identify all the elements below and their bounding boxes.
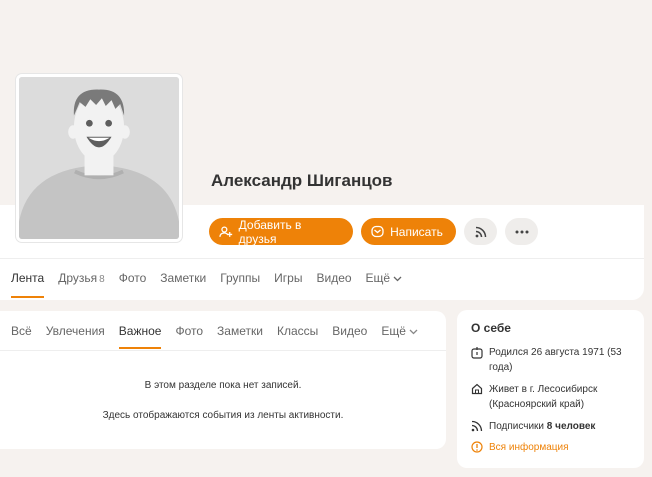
subscribe-button[interactable] (464, 218, 497, 245)
feed-tab-notes[interactable]: Заметки (217, 324, 263, 338)
nav-notes[interactable]: Заметки (160, 271, 206, 285)
location-text: Живет в г. Лесосибирск (Красноярский кра… (489, 384, 598, 410)
friends-count: 8 (99, 274, 105, 285)
more-dots-icon (515, 230, 528, 233)
nav-videos[interactable]: Видео (316, 271, 351, 285)
add-friend-button[interactable]: Добавить в друзья (209, 217, 353, 246)
birthday-icon (471, 347, 483, 359)
write-message-button[interactable]: Написать (361, 218, 456, 245)
profile-name: Александр Шиганцов (211, 171, 393, 190)
message-icon (371, 225, 384, 238)
chevron-down-icon (393, 276, 402, 282)
rss-icon (471, 420, 483, 432)
rss-icon (475, 226, 486, 237)
feed-tab-important[interactable]: Важное (118, 324, 161, 349)
nav-games[interactable]: Игры (274, 271, 302, 285)
feed-tab-more-label: Ещё (381, 324, 406, 338)
nav-photos[interactable]: Фото (119, 271, 147, 285)
more-button[interactable] (505, 218, 538, 245)
birthday-text: Родился 26 августа 1971 (53 года) (489, 347, 622, 373)
home-icon (471, 383, 483, 395)
nav-more[interactable]: Ещё (366, 271, 403, 285)
add-user-icon (219, 225, 233, 237)
write-message-label: Написать (390, 224, 443, 239)
about-panel: О себе Родился 26 августа 1971 (53 года)… (457, 310, 644, 468)
about-location: Живет в г. Лесосибирск (Красноярский кра… (471, 382, 639, 412)
nav-friends-label: Друзья (58, 271, 98, 285)
feed-tab-all[interactable]: Всё (11, 324, 32, 338)
feed-divider (0, 350, 446, 351)
feed-panel: Всё Увлечения Важное Фото Заметки Классы… (0, 311, 446, 449)
chevron-down-icon (409, 329, 418, 335)
about-birthday: Родился 26 августа 1971 (53 года) (471, 345, 639, 375)
empty-feed-message: В этом разделе пока нет записей. (144, 380, 302, 391)
about-followers[interactable]: Подписчики 8 человек (471, 419, 639, 434)
nav-friends[interactable]: Друзья 8 (58, 271, 104, 285)
empty-feed-hint: Здесь отображаются события из ленты акти… (102, 410, 344, 421)
about-title: О себе (471, 321, 511, 335)
default-avatar-icon (19, 77, 179, 239)
followers-count: 8 человек (546, 421, 596, 432)
all-info-link[interactable]: Вся информация (471, 440, 639, 455)
followers-text: Подписчики 8 человек (489, 419, 595, 434)
nav-feed[interactable]: Лента (11, 271, 45, 298)
profile-divider (0, 258, 644, 259)
add-friend-label: Добавить в друзья (238, 217, 302, 246)
all-info-label: Вся информация (489, 442, 569, 453)
feed-tab-photos[interactable]: Фото (175, 324, 203, 338)
feed-tab-classes[interactable]: Классы (277, 324, 318, 338)
avatar[interactable] (16, 74, 182, 242)
nav-more-label: Ещё (365, 271, 391, 285)
nav-groups[interactable]: Группы (220, 271, 260, 285)
feed-tabs: Всё Увлечения Важное Фото Заметки Классы… (11, 324, 432, 349)
feed-tab-more[interactable]: Ещё (381, 324, 418, 338)
info-icon (471, 441, 483, 453)
feed-tab-hobbies[interactable]: Увлечения (46, 324, 105, 338)
feed-tab-videos[interactable]: Видео (332, 324, 367, 338)
profile-actions: Добавить в друзья Написать (209, 217, 538, 246)
followers-prefix: Подписчики (489, 421, 547, 432)
profile-nav: Лента Друзья 8 Фото Заметки Группы Игры В… (11, 271, 416, 298)
